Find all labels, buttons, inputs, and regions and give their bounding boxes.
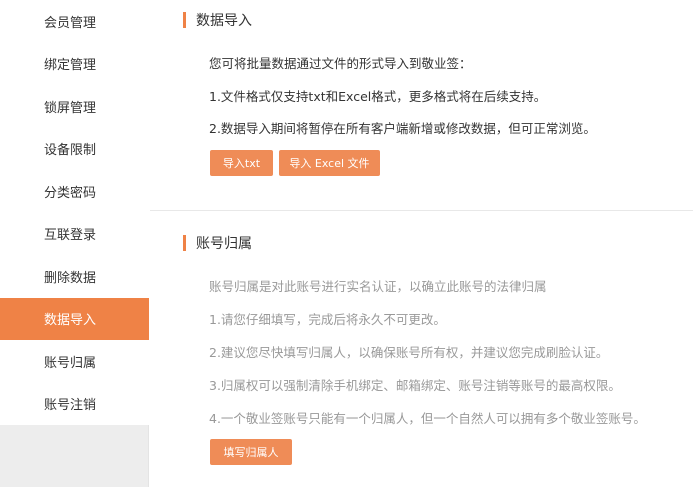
sidebar-item-linked-login[interactable]: 互联登录	[0, 213, 149, 256]
sidebar-item-device-limit[interactable]: 设备限制	[0, 128, 149, 171]
sidebar-item-account-ownership[interactable]: 账号归属	[0, 340, 149, 383]
ownership-note-4: 4.一个敬业签账号只能有一个归属人，但一个自然人可以拥有多个敬业签账号。	[209, 411, 646, 426]
title-accent-bar	[183, 235, 186, 251]
main-content: 数据导入 您可将批量数据通过文件的形式导入到敬业签： 1.文件格式仅支持txt和…	[150, 0, 693, 487]
import-section-title: 数据导入	[183, 10, 252, 30]
import-note-2: 2.数据导入期间将暂停在所有客户端新增或修改数据，但可正常浏览。	[209, 121, 596, 136]
title-accent-bar	[183, 12, 186, 28]
ownership-note-1: 1.请您仔细填写，完成后将永久不可更改。	[209, 312, 446, 327]
sidebar-menu: 会员管理 绑定管理 锁屏管理 设备限制 分类密码 互联登录 删除数据 数据导入 …	[0, 0, 149, 425]
import-intro: 您可将批量数据通过文件的形式导入到敬业签：	[209, 56, 472, 71]
sidebar-item-lock-screen[interactable]: 锁屏管理	[0, 85, 149, 128]
sidebar-item-binding-management[interactable]: 绑定管理	[0, 43, 149, 86]
section-divider	[150, 210, 693, 211]
ownership-section-title: 账号归属	[183, 233, 252, 253]
ownership-title-text: 账号归属	[196, 236, 252, 252]
import-title-text: 数据导入	[196, 13, 252, 29]
import-excel-button[interactable]: 导入 Excel 文件	[279, 150, 380, 176]
import-note-1: 1.文件格式仅支持txt和Excel格式，更多格式将在后续支持。	[209, 89, 547, 104]
ownership-note-2: 2.建议您尽快填写归属人，以确保账号所有权，并建议您完成刷脸认证。	[209, 345, 609, 360]
sidebar-item-delete-data[interactable]: 删除数据	[0, 255, 149, 298]
sidebar-item-category-password[interactable]: 分类密码	[0, 170, 149, 213]
fill-owner-button[interactable]: 填写归属人	[210, 439, 292, 465]
sidebar-item-data-import[interactable]: 数据导入	[0, 297, 149, 340]
ownership-intro: 账号归属是对此账号进行实名认证，以确立此账号的法律归属	[209, 279, 547, 294]
sidebar-item-account-cancel[interactable]: 账号注销	[0, 383, 149, 426]
import-txt-button[interactable]: 导入txt	[210, 150, 273, 176]
sidebar: 会员管理 绑定管理 锁屏管理 设备限制 分类密码 互联登录 删除数据 数据导入 …	[0, 0, 149, 487]
sidebar-item-member-management[interactable]: 会员管理	[0, 0, 149, 43]
ownership-note-3: 3.归属权可以强制清除手机绑定、邮箱绑定、账号注销等账号的最高权限。	[209, 378, 621, 393]
